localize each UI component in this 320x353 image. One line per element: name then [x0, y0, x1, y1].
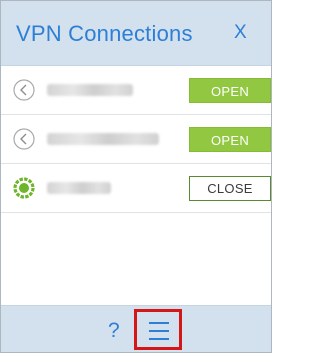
open-button[interactable]: OPEN: [189, 78, 271, 103]
chevron-left-circle-icon: [13, 128, 35, 150]
close-connection-button[interactable]: CLOSE: [189, 176, 271, 201]
connection-row: ▒▒▒▒▒▒▒▒▒▒ OPEN: [1, 115, 271, 164]
close-button[interactable]: X: [234, 22, 247, 44]
help-button[interactable]: ?: [108, 319, 120, 343]
vpn-connections-window: VPN Connections X ▒▒▒▒▒▒▒ OPEN ▒▒▒▒▒▒▒▒▒…: [0, 0, 272, 353]
hamburger-menu-icon[interactable]: [149, 322, 169, 340]
connection-name: ▒▒▒▒▒▒▒: [47, 84, 133, 96]
connection-list: ▒▒▒▒▒▒▒ OPEN ▒▒▒▒▒▒▒▒▒▒ OPEN ▒▒▒▒▒ CLOSE: [1, 66, 271, 213]
window-header: VPN Connections X: [1, 1, 271, 66]
connection-name: ▒▒▒▒▒: [47, 182, 111, 194]
connection-name: ▒▒▒▒▒▒▒▒▒▒: [47, 133, 159, 145]
connected-status-icon: [13, 177, 35, 199]
window-title: VPN Connections: [16, 21, 193, 46]
connection-row: ▒▒▒▒▒ CLOSE: [1, 164, 271, 213]
open-button[interactable]: OPEN: [189, 127, 271, 152]
window-footer: ?: [1, 305, 271, 352]
connection-row: ▒▒▒▒▒▒▒ OPEN: [1, 66, 271, 115]
chevron-left-circle-icon: [13, 79, 35, 101]
